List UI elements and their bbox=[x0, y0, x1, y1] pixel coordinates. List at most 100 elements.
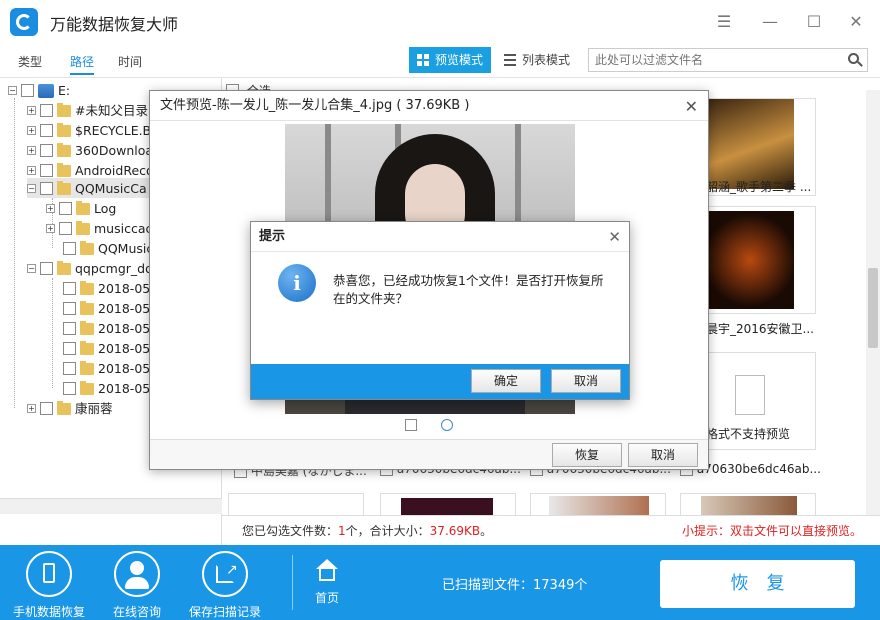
checkbox[interactable] bbox=[40, 262, 53, 275]
tree-item[interactable]: + $RECYCLE.B bbox=[27, 120, 151, 140]
maximize-icon[interactable]: ☐ bbox=[804, 12, 824, 32]
file-thumbnail[interactable] bbox=[228, 493, 364, 515]
checkbox[interactable] bbox=[40, 104, 53, 117]
preview-cancel-button[interactable]: 取消 bbox=[628, 443, 698, 467]
file-thumbnail[interactable] bbox=[530, 493, 666, 515]
checkbox[interactable] bbox=[40, 124, 53, 137]
folder-icon bbox=[57, 102, 71, 117]
prompt-title: 提示 bbox=[251, 222, 629, 252]
main-scrollbar[interactable] bbox=[866, 90, 880, 515]
menu-icon[interactable]: ☰ bbox=[714, 12, 734, 32]
tree-item[interactable]: 2018-05- bbox=[59, 318, 155, 338]
tree-item[interactable]: + 康丽蓉 bbox=[27, 398, 113, 418]
tree-label: 2018-05- bbox=[98, 300, 155, 316]
checkbox[interactable] bbox=[63, 242, 76, 255]
tree-item[interactable]: + musiccac bbox=[46, 218, 152, 238]
tree-item[interactable]: + #未知父目录 bbox=[27, 100, 148, 120]
folder-icon bbox=[57, 162, 71, 177]
cancel-button[interactable]: 取消 bbox=[551, 369, 621, 393]
checkbox[interactable] bbox=[63, 362, 76, 375]
fit-screen-icon[interactable] bbox=[405, 419, 417, 431]
checkbox[interactable] bbox=[63, 282, 76, 295]
search-input[interactable] bbox=[589, 49, 829, 71]
file-thumbnail[interactable] bbox=[680, 493, 816, 515]
expand-icon[interactable]: + bbox=[27, 146, 36, 155]
online-consult-button[interactable]: 在线咨询 bbox=[92, 551, 182, 620]
checkbox[interactable] bbox=[40, 402, 53, 415]
tree-label: QQMusic bbox=[98, 240, 154, 256]
checkbox[interactable] bbox=[63, 302, 76, 315]
preview-recover-button[interactable]: 恢复 bbox=[552, 443, 622, 467]
tab-path[interactable]: 路径 bbox=[70, 53, 95, 75]
checkbox[interactable] bbox=[40, 144, 53, 157]
actual-size-icon[interactable] bbox=[440, 419, 453, 431]
close-icon[interactable]: ✕ bbox=[846, 12, 866, 32]
tree-footer bbox=[0, 515, 222, 545]
close-icon[interactable]: ✕ bbox=[685, 97, 698, 116]
checkbox[interactable] bbox=[21, 84, 34, 97]
scanned-count: 已扫描到文件：17349个 bbox=[442, 578, 588, 593]
expand-icon[interactable]: + bbox=[27, 404, 36, 413]
list-icon bbox=[504, 54, 516, 66]
collapse-icon[interactable]: − bbox=[27, 264, 36, 273]
checkbox[interactable] bbox=[40, 182, 53, 195]
tree-horizontal-scrollbar[interactable] bbox=[0, 498, 222, 514]
tab-type[interactable]: 类型 bbox=[18, 53, 42, 70]
tree-item[interactable]: +360Downloa bbox=[27, 140, 153, 160]
list-mode-button[interactable]: 列表模式 bbox=[496, 47, 578, 73]
expand-icon[interactable]: + bbox=[27, 106, 36, 115]
checkbox[interactable] bbox=[63, 342, 76, 355]
collapse-icon[interactable]: − bbox=[27, 184, 36, 193]
search-icon[interactable] bbox=[848, 53, 859, 64]
folder-icon bbox=[57, 260, 71, 275]
folder-icon bbox=[57, 180, 71, 195]
tab-time[interactable]: 时间 bbox=[118, 53, 142, 70]
preview-mode-label: 预览模式 bbox=[435, 53, 484, 67]
divider bbox=[292, 555, 293, 610]
tree-item[interactable]: + AndroidReco bbox=[27, 160, 154, 180]
toolbar: 类型 路径 时间 预览模式 列表模式 bbox=[0, 44, 880, 78]
preview-title: 文件预览-陈一发儿_陈一发儿合集_4.jpg ( 37.69KB ) bbox=[150, 91, 708, 121]
collapse-icon[interactable]: − bbox=[8, 86, 17, 95]
tree-item[interactable]: + Log bbox=[46, 198, 116, 218]
expand-icon[interactable]: + bbox=[27, 126, 36, 135]
phone-recovery-button[interactable]: 手机数据恢复 bbox=[4, 551, 94, 620]
folder-icon bbox=[57, 400, 71, 415]
tree-item[interactable]: 2018-05- bbox=[59, 338, 155, 358]
folder-icon bbox=[80, 280, 94, 295]
folder-icon bbox=[57, 122, 71, 137]
home-button[interactable]: 首页 bbox=[305, 559, 349, 606]
selected-count: 1 bbox=[338, 524, 346, 538]
ok-button[interactable]: 确定 bbox=[471, 369, 541, 393]
expand-icon[interactable]: + bbox=[46, 204, 55, 213]
tree-item[interactable]: − qqpcmgr_do bbox=[27, 258, 153, 278]
checkbox[interactable] bbox=[63, 382, 76, 395]
checkbox[interactable] bbox=[40, 164, 53, 177]
expand-icon[interactable]: + bbox=[46, 224, 55, 233]
close-icon[interactable]: ✕ bbox=[608, 228, 621, 246]
tree-label: 2018-05- bbox=[98, 340, 155, 356]
tree-item[interactable]: 2018-05- bbox=[59, 298, 155, 318]
tree-item[interactable]: 2018-05- bbox=[59, 358, 155, 378]
save-scan-button[interactable]: ↗ 保存扫描记录 bbox=[180, 551, 270, 620]
file-name: a70630be6dc46ab... bbox=[696, 462, 821, 476]
minimize-icon[interactable]: — bbox=[760, 12, 780, 32]
status-line: 您已勾选文件数：1个，合计大小：37.69KB。 小提示：双击文件可以直接预览。 bbox=[222, 515, 880, 545]
save-scan-label: 保存扫描记录 bbox=[188, 605, 261, 619]
recover-button[interactable]: 恢复 bbox=[660, 560, 855, 608]
folder-icon bbox=[80, 360, 94, 375]
expand-icon[interactable]: + bbox=[27, 166, 36, 175]
scrollbar-thumb[interactable] bbox=[868, 268, 878, 348]
tree-item[interactable]: 2018-05- bbox=[59, 278, 155, 298]
checkbox[interactable] bbox=[63, 322, 76, 335]
checkbox[interactable] bbox=[59, 222, 72, 235]
tree-root[interactable]: − E: bbox=[8, 80, 70, 100]
folder-icon bbox=[80, 320, 94, 335]
checkbox[interactable] bbox=[59, 202, 72, 215]
tree-item[interactable]: 2018-05- bbox=[59, 378, 155, 398]
file-thumbnail[interactable] bbox=[380, 493, 516, 515]
tree-item[interactable]: QQMusic bbox=[59, 238, 153, 258]
tip-text: 小提示：双击文件可以直接预览。 bbox=[681, 524, 862, 538]
thumbnail-image bbox=[706, 211, 794, 309]
preview-mode-button[interactable]: 预览模式 bbox=[409, 47, 492, 73]
